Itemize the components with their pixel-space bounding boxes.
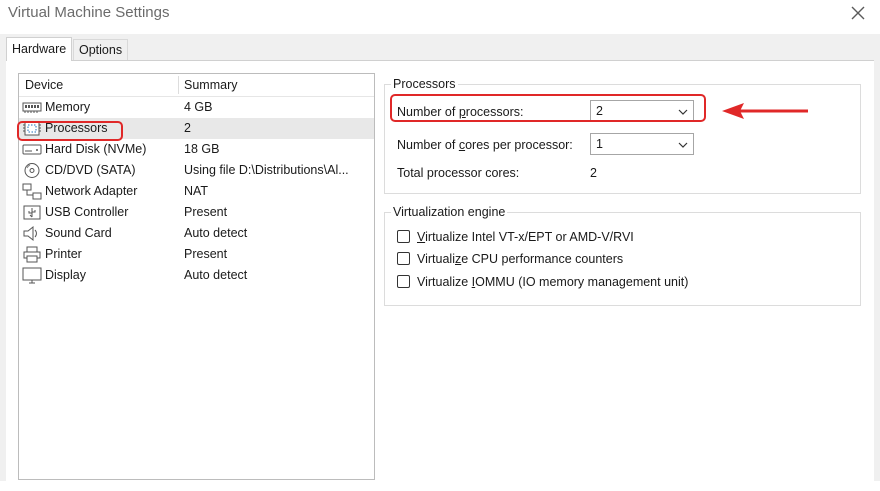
device-summary: 2 bbox=[184, 121, 191, 135]
column-separator[interactable] bbox=[178, 76, 179, 94]
num-processors-combobox[interactable]: 2 bbox=[590, 100, 694, 122]
device-row-network-adapter[interactable]: Network Adapter NAT bbox=[19, 181, 374, 202]
cd-dvd-icon bbox=[22, 162, 42, 179]
virtualize-iommu-label: Virtualize IOMMU (IO memory management u… bbox=[417, 275, 689, 289]
tab-hardware[interactable]: Hardware bbox=[6, 37, 73, 61]
device-row-usb-controller[interactable]: USB Controller Present bbox=[19, 202, 374, 223]
column-header-summary[interactable]: Summary bbox=[184, 74, 237, 96]
close-icon bbox=[851, 6, 865, 20]
device-name: Memory bbox=[45, 100, 91, 114]
cores-per-processor-combobox[interactable]: 1 bbox=[590, 133, 694, 155]
device-summary: 18 GB bbox=[184, 142, 220, 156]
virtualization-group-title: Virtualization engine bbox=[391, 204, 508, 220]
device-row-printer[interactable]: Printer Present bbox=[19, 244, 374, 265]
device-row-cd-dvd[interactable]: CD/DVD (SATA) Using file D:\Distribution… bbox=[19, 160, 374, 181]
device-name: Network Adapter bbox=[45, 184, 138, 198]
device-name: Display bbox=[45, 268, 86, 282]
sound-card-icon bbox=[22, 225, 42, 242]
chevron-down-icon[interactable] bbox=[677, 139, 689, 149]
device-name: Hard Disk (NVMe) bbox=[45, 142, 147, 156]
processors-group-title: Processors bbox=[391, 76, 458, 92]
device-summary: 4 GB bbox=[184, 100, 213, 114]
device-row-memory[interactable]: Memory 4 GB bbox=[19, 97, 374, 118]
total-cores-label: Total processor cores: bbox=[397, 166, 520, 180]
printer-icon bbox=[22, 246, 42, 263]
device-list-header: Device Summary bbox=[19, 74, 374, 97]
device-summary: Present bbox=[184, 205, 228, 219]
chevron-down-icon[interactable] bbox=[677, 106, 689, 116]
processor-icon bbox=[22, 120, 42, 137]
display-icon bbox=[22, 267, 42, 284]
device-row-processors[interactable]: Processors 2 bbox=[19, 118, 374, 139]
virtualize-iommu-checkbox[interactable] bbox=[397, 275, 410, 288]
device-summary: Using file D:\Distributions\Al... bbox=[184, 163, 349, 177]
tab-options[interactable]: Options bbox=[73, 39, 129, 60]
device-name: Processors bbox=[45, 121, 108, 135]
num-processors-value: 2 bbox=[596, 104, 603, 118]
close-button[interactable] bbox=[846, 1, 870, 25]
virtualization-engine-group: Virtualization engine Virtualize Intel V… bbox=[384, 204, 861, 306]
device-name: USB Controller bbox=[45, 205, 129, 219]
cores-per-processor-value: 1 bbox=[596, 137, 603, 151]
device-row-sound-card[interactable]: Sound Card Auto detect bbox=[19, 223, 374, 244]
device-name: CD/DVD (SATA) bbox=[45, 163, 136, 177]
usb-controller-icon bbox=[22, 204, 42, 221]
memory-icon bbox=[22, 99, 42, 116]
column-header-device[interactable]: Device bbox=[25, 74, 63, 96]
virtualize-perf-counters-label: Virtualize CPU performance counters bbox=[417, 252, 624, 266]
device-list[interactable]: Device Summary Memory 4 GB Processors 2 bbox=[18, 73, 375, 480]
device-summary: Auto detect bbox=[184, 226, 248, 240]
device-summary: Present bbox=[184, 247, 228, 261]
hard-disk-icon bbox=[22, 141, 42, 158]
virtualize-vtx-label: Virtualize Intel VT-x/EPT or AMD-V/RVI bbox=[417, 230, 634, 244]
hardware-tab-panel: Device Summary Memory 4 GB Processors 2 bbox=[6, 60, 874, 491]
network-adapter-icon bbox=[22, 183, 42, 200]
device-name: Sound Card bbox=[45, 226, 112, 240]
annotation-arrow-icon bbox=[722, 103, 808, 119]
device-summary: NAT bbox=[184, 184, 209, 198]
virtualize-vtx-checkbox[interactable] bbox=[397, 230, 410, 243]
device-row-hard-disk[interactable]: Hard Disk (NVMe) 18 GB bbox=[19, 139, 374, 160]
virtualize-perf-counters-checkbox[interactable] bbox=[397, 252, 410, 265]
title-bar: Virtual Machine Settings bbox=[0, 0, 880, 34]
num-processors-label: Number of processors: bbox=[397, 105, 524, 119]
total-cores-value: 2 bbox=[590, 166, 597, 180]
cores-per-processor-label: Number of cores per processor: bbox=[397, 138, 573, 152]
device-row-display[interactable]: Display Auto detect bbox=[19, 265, 374, 286]
device-summary: Auto detect bbox=[184, 268, 248, 282]
device-name: Printer bbox=[45, 247, 82, 261]
window-title: Virtual Machine Settings bbox=[8, 4, 170, 21]
